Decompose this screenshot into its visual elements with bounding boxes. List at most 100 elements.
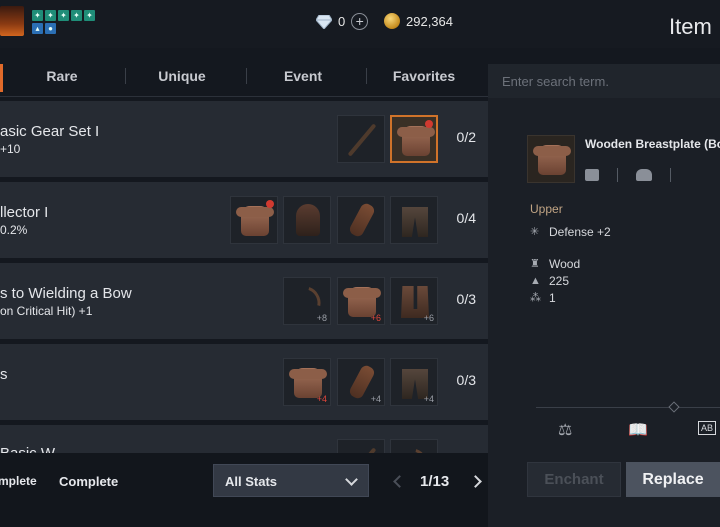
filter-complete[interactable]: Complete <box>59 474 118 489</box>
item-meta-icons <box>585 168 671 182</box>
stack-icon: ⁂ <box>530 291 541 304</box>
equip-slot-label: Upper <box>530 202 563 216</box>
scales-icon[interactable]: ⚖ <box>558 420 572 440</box>
item-slot[interactable] <box>337 196 385 244</box>
character-lock-icon <box>636 169 652 181</box>
translate-icon[interactable]: AB <box>698 421 717 435</box>
enhancement-level: +6 <box>370 313 381 323</box>
gear-set-row[interactable]: asic Gear Set I +10 0/2 <box>0 101 488 177</box>
previous-page-button[interactable] <box>393 475 406 488</box>
bow-icon <box>347 123 377 157</box>
set-bonus: +10 <box>0 142 21 156</box>
item-slot[interactable] <box>390 439 438 453</box>
enhancement-level: +4 <box>370 394 381 404</box>
divider-ornament <box>668 401 680 413</box>
search-input[interactable] <box>488 64 720 98</box>
new-badge <box>425 120 433 128</box>
item-slot[interactable]: +6 <box>337 277 385 325</box>
chest-armor-icon <box>397 126 435 156</box>
window-title: Item <box>669 14 712 39</box>
list-footer: mplete Complete All Stats 1/13 <box>0 453 488 527</box>
gear-set-list: asic Gear Set I +10 0/2 llector I 0.2% 0… <box>0 101 488 453</box>
gear-set-row[interactable]: s +4 +4 +4 0/3 <box>0 344 488 420</box>
page-indicator: 1/13 <box>420 473 450 490</box>
item-slot[interactable]: +4 <box>283 358 331 406</box>
new-badge <box>266 200 274 208</box>
item-slot[interactable] <box>337 115 385 163</box>
stat-row: ♜ Wood <box>530 257 580 271</box>
enchant-button[interactable]: Enchant <box>527 462 621 497</box>
tabs-underline <box>0 96 488 97</box>
set-progress: 0/3 <box>456 372 476 388</box>
filter-incomplete[interactable]: mplete <box>0 474 37 488</box>
diamond-amount: 0 <box>338 14 346 29</box>
set-name: asic Gear Set I <box>0 123 100 140</box>
gold-currency: 292,364 <box>384 13 453 29</box>
gold-coin-icon <box>384 13 400 29</box>
active-tab-indicator <box>0 64 3 92</box>
set-bonus: on Critical Hit) +1 <box>0 304 93 318</box>
stat-row: ✳ Defense +2 <box>530 225 611 239</box>
set-progress: 0/4 <box>456 210 476 226</box>
tab-rare[interactable]: Rare <box>10 56 114 96</box>
weight-icon: ▲ <box>530 274 541 287</box>
set-name: Basic W <box>0 445 55 453</box>
storage-icon <box>585 169 599 181</box>
buff-icon[interactable]: ✦ <box>84 10 95 21</box>
tab-event[interactable]: Event <box>247 56 359 96</box>
gear-set-row[interactable]: llector I 0.2% 0/4 <box>0 182 488 258</box>
buff-icon[interactable]: ✦ <box>58 10 69 21</box>
stats-filter-value: All Stats <box>225 474 278 489</box>
buff-icon[interactable]: ● <box>45 23 56 34</box>
bow-icon <box>395 443 433 453</box>
buff-icon[interactable]: ✦ <box>71 10 82 21</box>
item-thumbnail <box>527 135 575 183</box>
item-slot[interactable] <box>283 196 331 244</box>
book-icon[interactable]: 📖 <box>628 420 648 440</box>
buff-icon[interactable]: ✦ <box>32 10 43 21</box>
item-slot[interactable]: +6 <box>390 277 438 325</box>
item-detail-panel: Wooden Breastplate (Bo Upper ✳ Defense +… <box>488 98 720 527</box>
gear-set-row[interactable]: Basic W <box>0 425 488 453</box>
item-slot-selected[interactable] <box>390 115 438 163</box>
pants-icon <box>402 207 428 237</box>
chest-armor-icon <box>236 206 274 236</box>
buff-icon[interactable]: ✦ <box>45 10 56 21</box>
item-slot[interactable] <box>337 439 385 453</box>
stats-filter-dropdown[interactable]: All Stats <box>213 464 369 497</box>
set-name: llector I <box>0 204 49 221</box>
chest-armor-icon <box>533 145 571 175</box>
item-slot[interactable] <box>390 196 438 244</box>
diamond-currency: 0 + <box>316 13 369 30</box>
stat-text: 1 <box>549 291 556 305</box>
divider <box>536 407 720 408</box>
tab-favorites[interactable]: Favorites <box>367 56 481 96</box>
chevron-down-icon <box>345 473 358 486</box>
gloves-icon <box>347 201 377 239</box>
buff-icon[interactable]: ▴ <box>32 23 43 34</box>
stat-text: Defense +2 <box>549 225 611 239</box>
top-bar: ✦ ✦ ✦ ✦ ✦ ▴ ● 0 + 292,364 Item <box>0 0 720 48</box>
item-slot[interactable]: +4 <box>390 358 438 406</box>
item-slot[interactable] <box>230 196 278 244</box>
diamond-icon <box>316 14 332 29</box>
stat-text: 225 <box>549 274 570 288</box>
gear-set-row[interactable]: s to Wielding a Bow on Critical Hit) +1 … <box>0 263 488 339</box>
buff-list: ✦ ✦ ✦ ✦ ✦ ▴ ● <box>32 10 98 34</box>
item-slot[interactable]: +8 <box>283 277 331 325</box>
add-currency-button[interactable]: + <box>351 13 369 30</box>
helmet-icon <box>296 204 320 236</box>
gold-amount: 292,364 <box>406 13 453 29</box>
set-name: s <box>0 366 8 383</box>
tab-unique[interactable]: Unique <box>126 56 238 96</box>
material-icon: ♜ <box>530 257 540 270</box>
stat-row: ▲ 225 <box>530 274 569 288</box>
character-portrait[interactable] <box>0 6 24 36</box>
replace-button[interactable]: Replace <box>626 462 720 497</box>
category-tabs: Rare Unique Event Favorites <box>0 56 488 96</box>
stat-row: ⁂ 1 <box>530 291 556 305</box>
next-page-button[interactable] <box>469 475 482 488</box>
set-name: s to Wielding a Bow <box>0 285 132 302</box>
set-progress: 0/2 <box>456 129 476 145</box>
item-slot[interactable]: +4 <box>337 358 385 406</box>
